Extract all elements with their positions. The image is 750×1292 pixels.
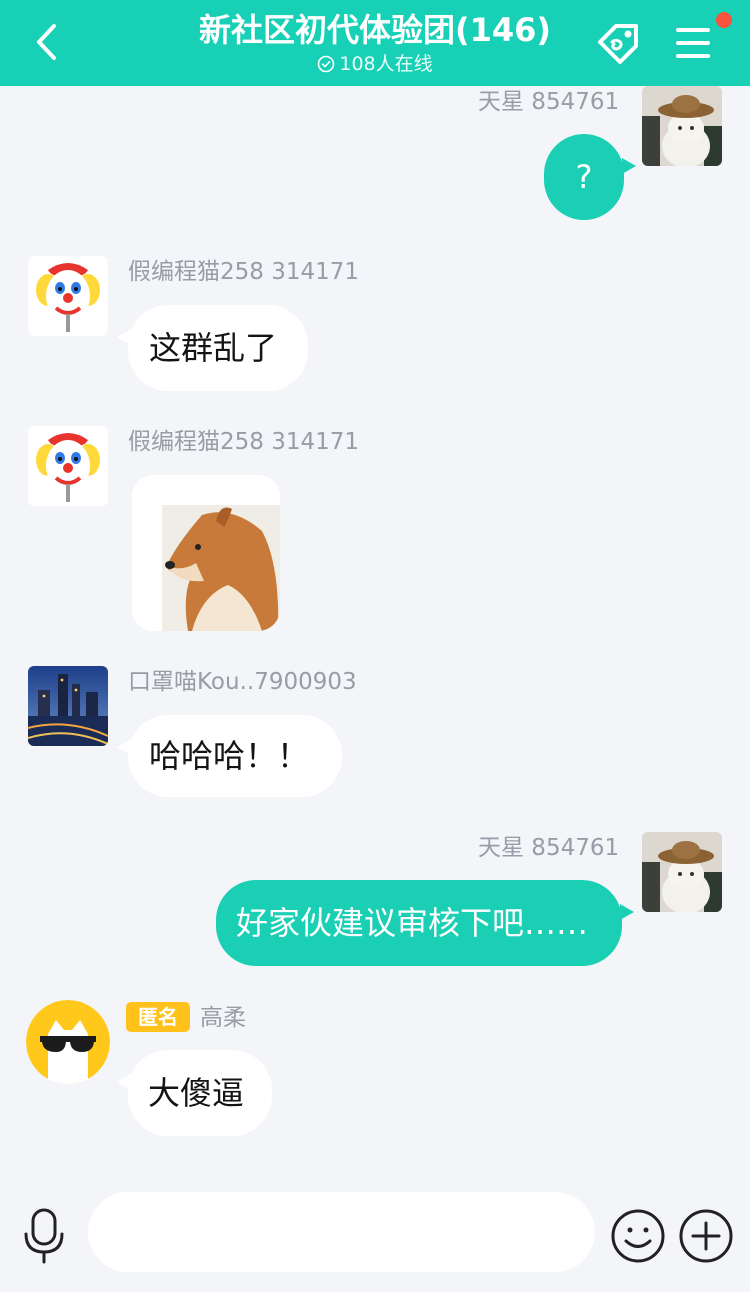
chat-header: 新社区初代体验团(146) 108人在线 [0, 0, 750, 86]
message-input[interactable] [88, 1192, 595, 1272]
message-bubble-outgoing[interactable]: ? [544, 134, 636, 220]
sender-name: 口罩喵Kou..7900903 [128, 669, 357, 695]
sender-name: 天星 854761 [478, 89, 620, 115]
sender-name: 假编程猫258 314171 [128, 259, 360, 285]
avatar-clown[interactable] [28, 256, 108, 336]
emoji-button[interactable] [610, 1208, 666, 1264]
avatar-clown[interactable] [28, 426, 108, 506]
message-bubble-incoming[interactable]: 这群乱了 [117, 305, 308, 391]
emoji-icon [611, 1209, 665, 1263]
tag-button[interactable] [594, 20, 644, 66]
online-count: 108人在线 [339, 53, 433, 75]
more-button[interactable] [678, 1208, 734, 1264]
message-text: 哈哈哈！！ [149, 737, 310, 775]
message-text: 好家伙建议审核下吧…… [236, 904, 589, 942]
message-bubble-incoming[interactable]: 哈哈哈！！ [117, 715, 342, 797]
tag-icon [598, 24, 638, 64]
image-message[interactable] [132, 475, 280, 631]
sender-name: 天星 854761 [478, 835, 620, 861]
avatar-cool-cat[interactable] [26, 1000, 110, 1084]
message-text: 大傻逼 [148, 1074, 245, 1112]
plus-icon [679, 1209, 733, 1263]
voice-button[interactable] [20, 1206, 68, 1266]
message-bubble-incoming[interactable]: 大傻逼 [117, 1050, 272, 1136]
avatar-city-night[interactable] [28, 666, 108, 746]
avatar-cat-hat[interactable] [642, 832, 722, 912]
doge-sticker-image [132, 475, 280, 631]
sender-name: 假编程猫258 314171 [128, 429, 360, 455]
check-circle-icon [317, 55, 335, 73]
avatar-cat-hat[interactable] [642, 86, 722, 166]
message-text: 这群乱了 [149, 329, 278, 367]
sender-name: 高柔 [200, 1005, 246, 1031]
message-text: ? [575, 158, 593, 196]
anonymous-badge: 匿名 [126, 1002, 190, 1032]
menu-button[interactable] [672, 20, 716, 66]
microphone-icon [24, 1208, 64, 1264]
message-bubble-outgoing[interactable]: 好家伙建议审核下吧…… [216, 880, 634, 966]
notification-dot [716, 12, 732, 28]
